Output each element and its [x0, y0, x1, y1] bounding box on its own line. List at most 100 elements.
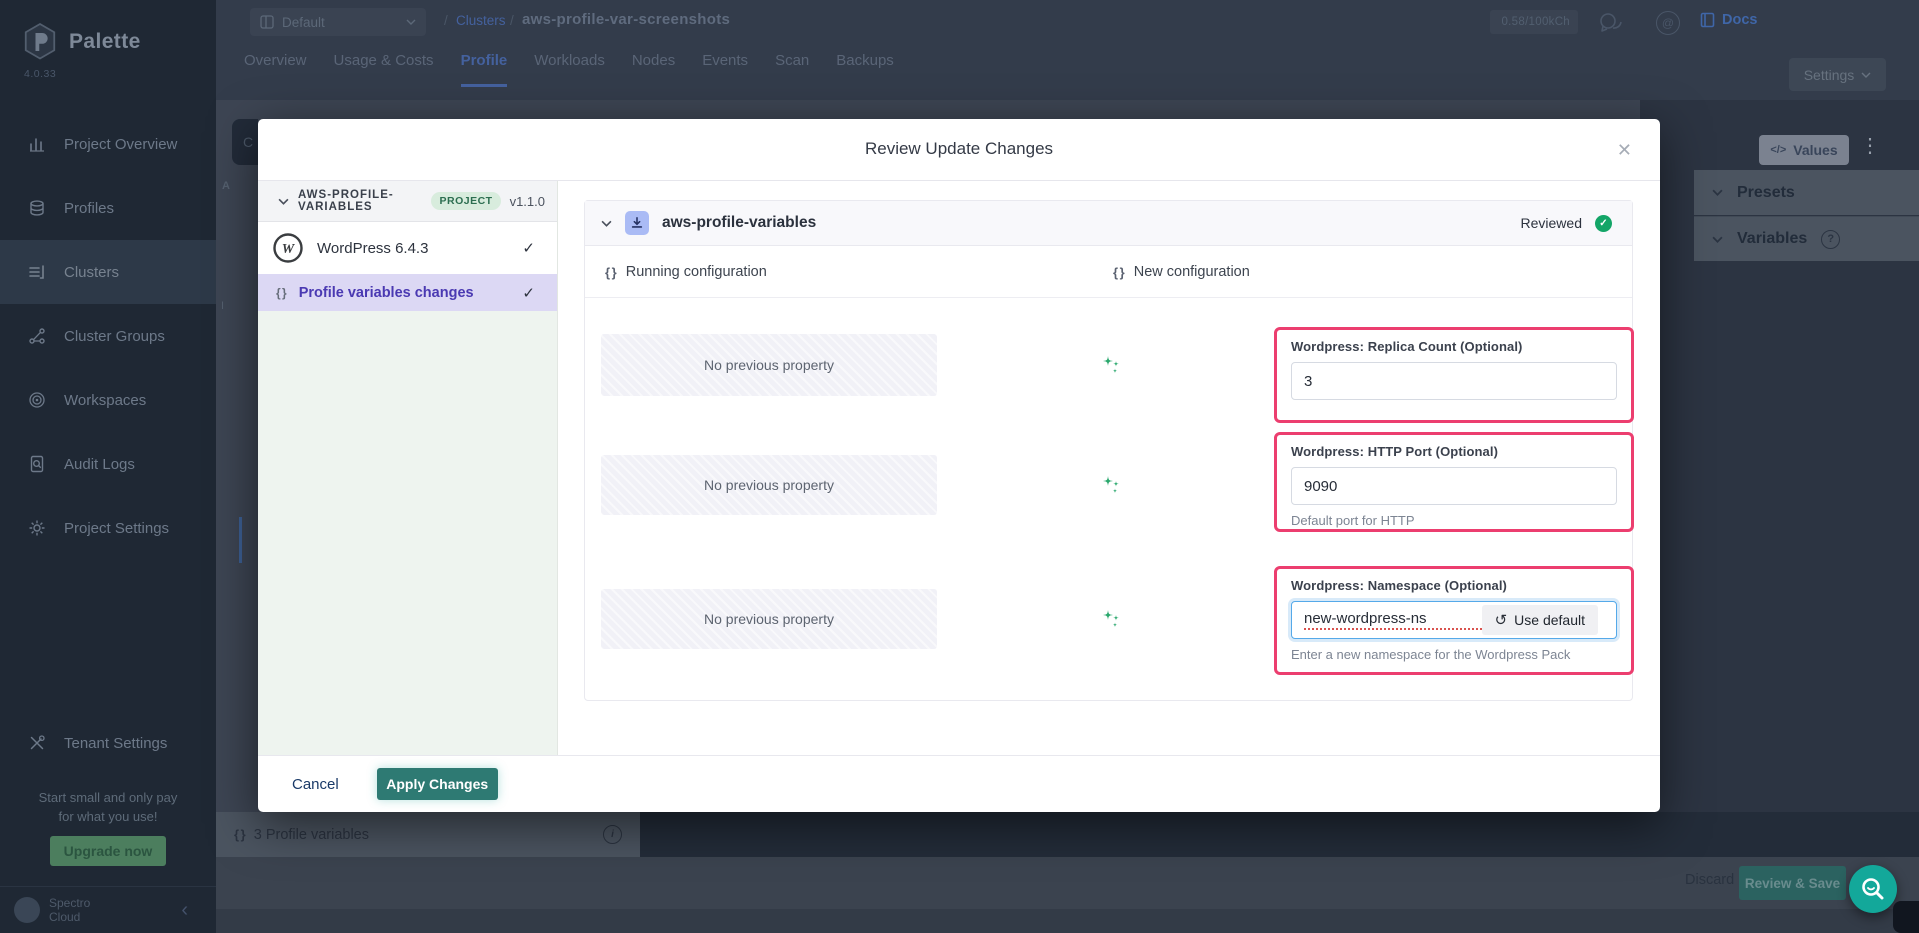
- cluster-settings-button[interactable]: Settings: [1789, 58, 1886, 91]
- stack-icon: [28, 199, 46, 217]
- corner-tab: [1893, 901, 1919, 933]
- cluster-list-icon: [28, 263, 46, 281]
- replica-count-input[interactable]: [1291, 362, 1617, 400]
- field-label: Wordpress: HTTP Port (Optional): [1291, 444, 1617, 459]
- cancel-button[interactable]: Cancel: [286, 775, 345, 794]
- tab-scan[interactable]: Scan: [775, 52, 809, 84]
- sidebar-item-tenant-settings[interactable]: Tenant Settings: [0, 711, 216, 775]
- chevron-down-icon: [1861, 72, 1871, 78]
- namespace-input[interactable]: new-wordpress-ns ↺ Use default: [1291, 601, 1617, 639]
- app-logo[interactable]: Palette: [22, 22, 141, 62]
- sidebar-tenant-section: Tenant Settings: [0, 711, 216, 775]
- check-icon: ✓: [522, 284, 535, 302]
- org-avatar: [14, 897, 40, 923]
- braces-icon: { }: [234, 827, 245, 842]
- braces-icon: { }: [1113, 265, 1124, 280]
- no-previous-property-box: No previous property: [601, 334, 937, 396]
- profile-tree-header[interactable]: AWS-PROFILE-VARIABLES PROJECT v1.1.0: [258, 181, 557, 222]
- use-default-button[interactable]: ↺ Use default: [1482, 605, 1598, 635]
- sidebar-item-profiles[interactable]: Profiles: [0, 176, 216, 240]
- sidebar-item-project-settings[interactable]: Project Settings: [0, 496, 216, 560]
- chevron-down-icon: [278, 198, 289, 205]
- breadcrumb-separator: /: [444, 13, 448, 28]
- tab-overview[interactable]: Overview: [244, 52, 307, 84]
- bar-chart-icon: [28, 135, 46, 153]
- field-label: Wordpress: Replica Count (Optional): [1291, 339, 1617, 354]
- field-helper: Enter a new namespace for the Wordpress …: [1291, 647, 1617, 662]
- tab-backups[interactable]: Backups: [836, 52, 894, 84]
- tab-workloads[interactable]: Workloads: [534, 52, 605, 84]
- kebab-menu-icon[interactable]: ⋮: [1860, 133, 1876, 158]
- presets-accordion[interactable]: Presets: [1694, 170, 1919, 215]
- magnifier-smile-icon: [1859, 875, 1887, 903]
- restore-icon: ↺: [1495, 611, 1508, 629]
- target-icon: [28, 391, 46, 409]
- sidebar: Palette 4.0.33 Project Overview Profiles: [0, 0, 216, 933]
- import-icon: [630, 216, 644, 230]
- gear-icon: [28, 519, 46, 537]
- breadcrumb-separator: /: [510, 13, 514, 28]
- question-icon[interactable]: ?: [1821, 230, 1840, 249]
- reviewed-label: Reviewed: [1521, 215, 1582, 231]
- background-action-bar: [216, 857, 1919, 909]
- cluster-tabs: Overview Usage & Costs Profile Workloads…: [244, 52, 894, 87]
- breadcrumb-clusters-link[interactable]: Clusters: [456, 13, 506, 28]
- app-version: 4.0.33: [24, 68, 56, 80]
- variables-diff-section: aws-profile-variables Reviewed ✓ { } Run…: [584, 200, 1633, 701]
- sidebar-item-cluster-groups[interactable]: Cluster Groups: [0, 304, 216, 368]
- tab-events[interactable]: Events: [702, 52, 748, 84]
- discard-button[interactable]: Discard: [1685, 872, 1734, 888]
- org-name: Spectro Cloud: [49, 896, 172, 924]
- floating-search-button[interactable]: [1849, 865, 1897, 913]
- compass-icon[interactable]: @: [1656, 11, 1680, 35]
- background-selection-indicator: [239, 517, 242, 563]
- tab-nodes[interactable]: Nodes: [632, 52, 675, 84]
- sidebar-item-project-overview[interactable]: Project Overview: [0, 112, 216, 176]
- palette-logo-icon: [22, 22, 58, 62]
- modal-footer: Cancel Apply Changes: [258, 755, 1660, 812]
- sparkles-icon: [1099, 353, 1123, 377]
- tools-icon: [28, 734, 46, 752]
- tree-item-profile-variables[interactable]: { } Profile variables changes ✓: [258, 274, 557, 311]
- chevron-down-icon: [601, 220, 612, 227]
- chat-icon[interactable]: [1598, 11, 1626, 35]
- chevron-down-icon: [406, 19, 416, 25]
- tab-profile[interactable]: Profile: [461, 52, 508, 87]
- profile-variables-count: 3 Profile variables: [254, 827, 369, 843]
- variables-accordion[interactable]: Variables ?: [1694, 216, 1919, 261]
- pack-icon: [625, 211, 649, 235]
- field-namespace: Wordpress: Namespace (Optional) new-word…: [1274, 566, 1634, 675]
- review-save-button[interactable]: Review & Save: [1739, 866, 1846, 900]
- breadcrumb-page-title: aws-profile-var-screenshots: [522, 11, 730, 28]
- tab-usage-costs[interactable]: Usage & Costs: [334, 52, 434, 84]
- profile-variables-row[interactable]: { } 3 Profile variables i: [216, 812, 640, 857]
- collapse-sidebar-icon[interactable]: ‹: [181, 899, 202, 922]
- reviewed-check-icon: ✓: [1595, 215, 1612, 232]
- http-port-input[interactable]: [1291, 467, 1617, 505]
- namespace-value[interactable]: new-wordpress-ns: [1304, 610, 1482, 630]
- upgrade-now-button[interactable]: Upgrade now: [50, 836, 166, 866]
- diff-column-headers: { } Running configuration { } New config…: [585, 246, 1632, 298]
- tree-item-wordpress[interactable]: W WordPress 6.4.3 ✓: [258, 222, 557, 274]
- sidebar-item-audit-logs[interactable]: Audit Logs: [0, 432, 216, 496]
- close-icon[interactable]: ✕: [1611, 139, 1638, 162]
- project-scope-icon: [260, 15, 274, 29]
- field-replica-count: Wordpress: Replica Count (Optional): [1274, 327, 1634, 423]
- new-configuration-header: { } New configuration: [1113, 246, 1250, 298]
- section-title: aws-profile-variables: [662, 214, 1508, 232]
- network-icon: [28, 327, 46, 345]
- values-button[interactable]: </> Values: [1759, 135, 1849, 165]
- code-icon: </>: [1770, 144, 1786, 156]
- sparkles-icon: [1099, 473, 1123, 497]
- background-footer: [216, 909, 1919, 933]
- sidebar-item-clusters[interactable]: Clusters: [0, 240, 216, 304]
- apply-changes-button[interactable]: Apply Changes: [377, 768, 498, 800]
- background-editor-bottom: [640, 812, 1919, 857]
- docs-link[interactable]: Docs: [1700, 12, 1757, 28]
- section-header[interactable]: aws-profile-variables Reviewed ✓: [585, 201, 1632, 246]
- no-previous-property-box: No previous property: [601, 589, 937, 649]
- sidebar-item-workspaces[interactable]: Workspaces: [0, 368, 216, 432]
- info-icon[interactable]: i: [603, 825, 622, 844]
- sidebar-nav: Project Overview Profiles Clusters: [0, 112, 216, 560]
- project-selector[interactable]: Default: [250, 8, 426, 36]
